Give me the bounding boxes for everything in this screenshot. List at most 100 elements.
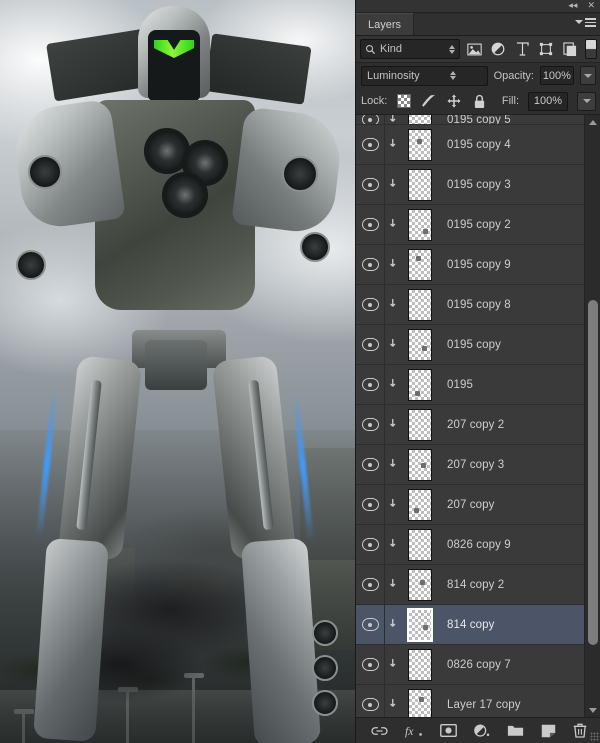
- collapse-arrows-icon[interactable]: ◂◂: [568, 1, 577, 10]
- layer-row[interactable]: Layer 17 copy: [356, 685, 585, 717]
- layer-name: 0195 copy 2: [447, 218, 511, 231]
- layer-row[interactable]: 0195 copy 8: [356, 285, 585, 325]
- layer-thumbnail: [408, 568, 432, 601]
- layer-thumbnail: [408, 688, 432, 717]
- filter-enable-toggle[interactable]: [584, 39, 598, 59]
- layer-visibility-toggle[interactable]: [356, 285, 385, 324]
- layer-row[interactable]: 814 copy 2: [356, 565, 585, 605]
- panel-menu-icon[interactable]: [575, 18, 596, 27]
- lock-all-icon[interactable]: [471, 93, 487, 109]
- fill-dropdown-button[interactable]: [577, 91, 596, 111]
- layer-thumbnail-wrap[interactable]: [405, 168, 435, 201]
- layer-visibility-toggle[interactable]: [356, 115, 385, 124]
- layer-thumbnail: [407, 607, 433, 642]
- layer-row[interactable]: 814 copy: [356, 605, 585, 645]
- delete-layer-icon[interactable]: [573, 722, 587, 740]
- layer-row[interactable]: 0195 copy 2: [356, 205, 585, 245]
- layer-row[interactable]: 0195 copy 3: [356, 165, 585, 205]
- layer-visibility-toggle[interactable]: [356, 685, 385, 717]
- scroll-up-arrow-icon[interactable]: [585, 115, 600, 129]
- layer-thumbnail: [408, 128, 432, 161]
- layer-thumbnail: [408, 328, 432, 361]
- eye-icon: [361, 538, 379, 551]
- layer-row[interactable]: 0195 copy 4: [356, 125, 585, 165]
- layer-thumbnail-wrap[interactable]: [405, 528, 435, 561]
- layer-row[interactable]: 0195 copy: [356, 325, 585, 365]
- layer-row[interactable]: 0195: [356, 365, 585, 405]
- layer-thumbnail-wrap[interactable]: [405, 115, 435, 124]
- layer-thumbnail-wrap[interactable]: [405, 128, 435, 161]
- layer-visibility-toggle[interactable]: [356, 125, 385, 164]
- document-canvas[interactable]: [0, 0, 355, 743]
- layer-row[interactable]: 207 copy 2: [356, 405, 585, 445]
- layer-style-fx-icon[interactable]: fx: [405, 722, 423, 740]
- filter-shape-icon[interactable]: [537, 39, 556, 59]
- tab-empty-area: [414, 13, 600, 35]
- layer-name: 0195 copy 8: [447, 298, 511, 311]
- layer-list-scrollbar[interactable]: [584, 115, 600, 717]
- eye-icon: [361, 658, 379, 671]
- add-layer-mask-icon[interactable]: [439, 722, 457, 740]
- layer-visibility-toggle[interactable]: [356, 565, 385, 604]
- layer-visibility-toggle[interactable]: [356, 605, 385, 644]
- link-layers-icon[interactable]: [370, 722, 388, 740]
- filter-adjustment-icon[interactable]: [489, 39, 508, 59]
- lock-label: Lock:: [361, 95, 388, 107]
- layer-list[interactable]: 0195 copy 5 0195 copy 4 0195 copy 3 0195 co…: [356, 115, 600, 717]
- layer-visibility-toggle[interactable]: [356, 645, 385, 684]
- layer-row[interactable]: 0826 copy 9: [356, 525, 585, 565]
- filter-kind-select[interactable]: Kind: [360, 39, 460, 59]
- scrollbar-thumb[interactable]: [588, 300, 598, 645]
- clipping-mask-icon: [385, 115, 405, 124]
- eye-icon: [361, 218, 379, 231]
- layer-row[interactable]: 0195 copy 5: [356, 115, 585, 125]
- layer-row[interactable]: 207 copy 3: [356, 445, 585, 485]
- clipping-mask-icon: [385, 378, 405, 391]
- layer-visibility-toggle[interactable]: [356, 245, 385, 284]
- layer-thumbnail-wrap[interactable]: [405, 488, 435, 521]
- layer-row[interactable]: 0195 copy 9: [356, 245, 585, 285]
- layer-visibility-toggle[interactable]: [356, 405, 385, 444]
- layer-thumbnail-wrap[interactable]: [405, 648, 435, 681]
- layer-thumbnail-wrap[interactable]: [405, 408, 435, 441]
- resize-grip-icon[interactable]: [590, 732, 599, 741]
- layer-visibility-toggle[interactable]: [356, 485, 385, 524]
- layer-thumbnail-wrap[interactable]: [405, 288, 435, 321]
- layer-thumbnail-wrap[interactable]: [405, 328, 435, 361]
- close-icon[interactable]: ✕: [587, 1, 595, 10]
- layer-thumbnail-wrap[interactable]: [405, 208, 435, 241]
- lock-position-icon[interactable]: [446, 93, 462, 109]
- opacity-dropdown-button[interactable]: [579, 66, 596, 85]
- layer-visibility-toggle[interactable]: [356, 445, 385, 484]
- layer-visibility-toggle[interactable]: [356, 205, 385, 244]
- clipping-mask-icon: [385, 538, 405, 551]
- filter-type-icon[interactable]: [513, 39, 532, 59]
- layer-thumbnail-wrap[interactable]: [405, 688, 435, 717]
- filter-smartobject-icon[interactable]: [561, 39, 580, 59]
- blend-mode-select[interactable]: Luminosity: [361, 65, 488, 86]
- scroll-down-arrow-icon[interactable]: [585, 703, 600, 717]
- layer-thumbnail-wrap[interactable]: [405, 368, 435, 401]
- fill-value[interactable]: 100%: [528, 91, 568, 111]
- tab-layers[interactable]: Layers: [356, 13, 415, 35]
- opacity-value[interactable]: 100%: [539, 66, 574, 85]
- layer-visibility-toggle[interactable]: [356, 325, 385, 364]
- new-layer-icon[interactable]: [541, 722, 556, 740]
- lock-transparency-icon[interactable]: [396, 93, 412, 109]
- layer-thumbnail-wrap[interactable]: [405, 607, 435, 642]
- layer-visibility-toggle[interactable]: [356, 525, 385, 564]
- lock-image-icon[interactable]: [421, 93, 437, 109]
- layer-row[interactable]: 207 copy: [356, 485, 585, 525]
- layer-visibility-toggle[interactable]: [356, 365, 385, 404]
- eye-icon: [361, 578, 379, 591]
- layer-thumbnail-wrap[interactable]: [405, 568, 435, 601]
- layer-thumbnail-wrap[interactable]: [405, 248, 435, 281]
- new-adjustment-layer-icon[interactable]: [473, 722, 490, 740]
- robot-vent: [16, 250, 46, 280]
- new-group-icon[interactable]: [507, 722, 524, 740]
- filter-kind-spinner-icon: [448, 44, 455, 54]
- layer-row[interactable]: 0826 copy 7: [356, 645, 585, 685]
- layer-thumbnail-wrap[interactable]: [405, 448, 435, 481]
- layer-visibility-toggle[interactable]: [356, 165, 385, 204]
- filter-pixel-icon[interactable]: [465, 39, 484, 59]
